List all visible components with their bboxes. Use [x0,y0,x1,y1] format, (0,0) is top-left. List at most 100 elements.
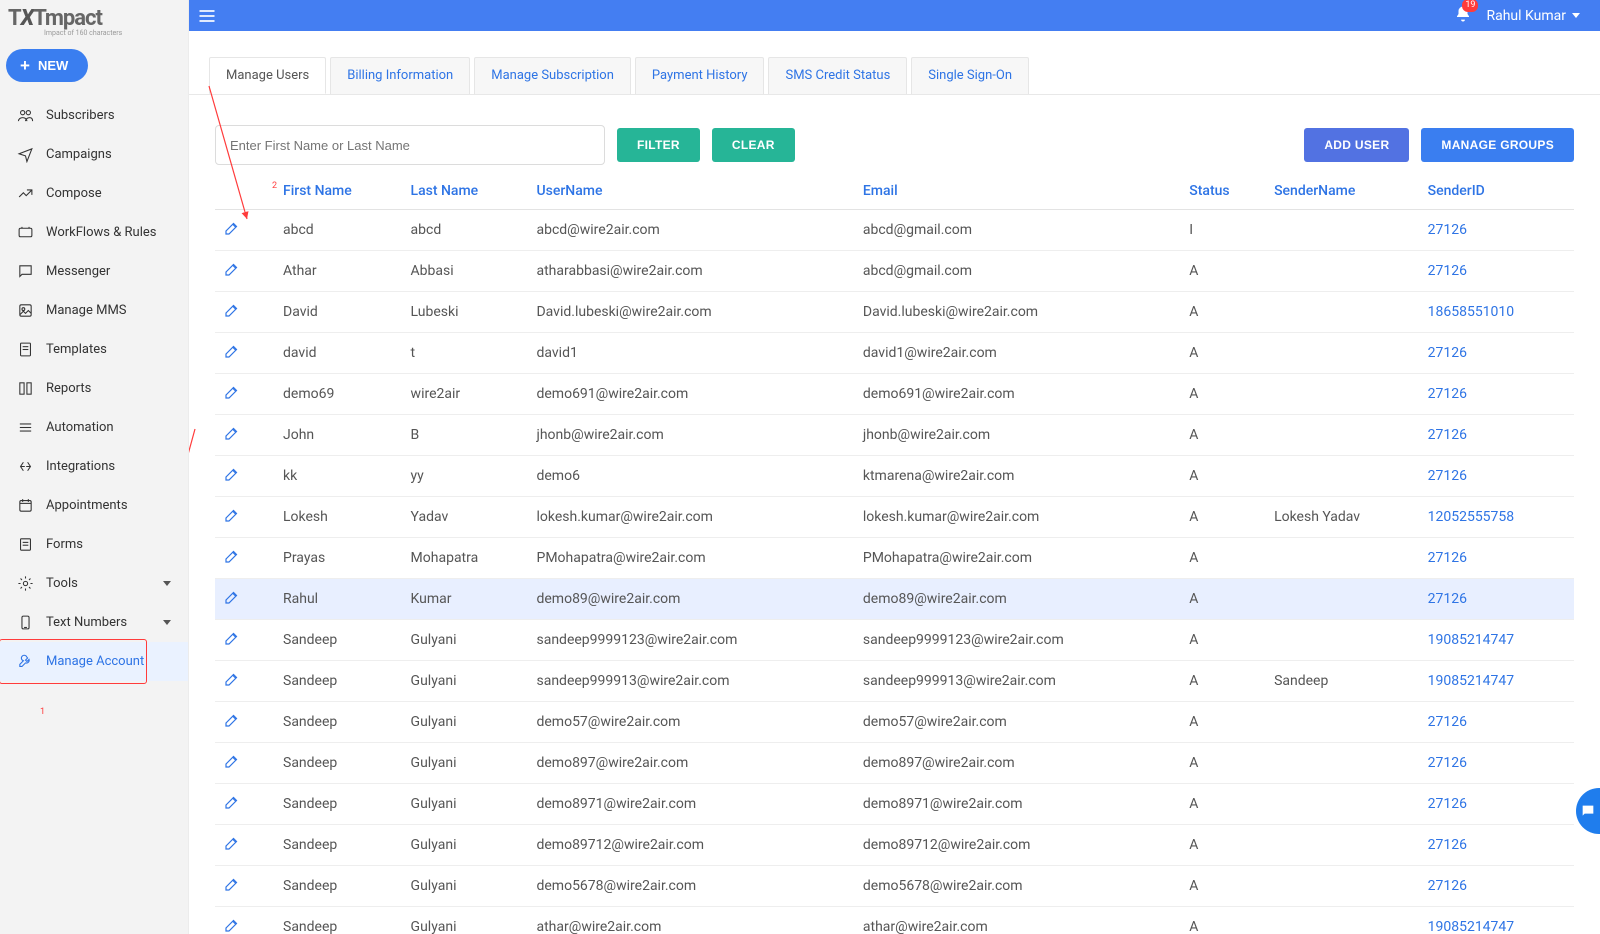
sidebar-item-text-numbers[interactable]: Text Numbers [0,603,188,642]
cell-username: demo57@wire2air.com [528,702,854,743]
cell-status: A [1181,661,1266,702]
clear-button[interactable]: CLEAR [712,128,795,162]
nav-icon [17,653,34,670]
edit-icon[interactable] [223,711,241,729]
filter-button[interactable]: FILTER [617,128,700,162]
sidebar-item-workflows-rules[interactable]: WorkFlows & Rules [0,213,188,252]
sender-id-link[interactable]: 27126 [1428,796,1467,812]
sidebar-item-compose[interactable]: Compose [0,174,188,213]
sender-id-link[interactable]: 19085214747 [1428,673,1515,689]
cell-sender-name [1266,907,1420,934]
col-sender-id[interactable]: SenderID [1420,173,1574,210]
edit-icon[interactable] [223,465,241,483]
sender-id-link[interactable]: 27126 [1428,222,1467,238]
sender-id-link[interactable]: 27126 [1428,878,1467,894]
sender-id-link[interactable]: 19085214747 [1428,632,1515,648]
cell-username: demo89@wire2air.com [528,579,854,620]
edit-icon[interactable] [223,629,241,647]
sidebar-item-appointments[interactable]: Appointments [0,486,188,525]
sidebar-item-forms[interactable]: Forms [0,525,188,564]
sender-id-link[interactable]: 27126 [1428,468,1467,484]
sender-id-link[interactable]: 27126 [1428,591,1467,607]
sidebar-item-automation[interactable]: Automation [0,408,188,447]
edit-icon[interactable] [223,301,241,319]
cell-email: abcd@gmail.com [855,210,1181,251]
col-first-name[interactable]: First Name [275,173,403,210]
add-user-button[interactable]: ADD USER [1304,128,1409,162]
sender-id-link[interactable]: 19085214747 [1428,919,1515,934]
sidebar-item-label: Compose [46,186,102,201]
sender-id-link[interactable]: 18658551010 [1428,304,1515,320]
edit-icon[interactable] [223,588,241,606]
cell-last-name: Gulyani [403,661,529,702]
cell-email: demo57@wire2air.com [855,702,1181,743]
cell-status: A [1181,866,1266,907]
tab-sms-credit-status[interactable]: SMS Credit Status [768,57,907,94]
edit-icon[interactable] [223,752,241,770]
edit-icon[interactable] [223,547,241,565]
sidebar-item-tools[interactable]: Tools [0,564,188,603]
cell-sender-name [1266,784,1420,825]
sidebar-item-label: Subscribers [46,108,115,123]
cell-status: A [1181,743,1266,784]
sender-id-link[interactable]: 27126 [1428,714,1467,730]
sender-id-link[interactable]: 27126 [1428,550,1467,566]
sidebar-item-label: Forms [46,537,83,552]
bell-icon[interactable]: 19 [1454,5,1472,27]
col-status[interactable]: Status [1181,173,1266,210]
edit-icon[interactable] [223,670,241,688]
nav-icon [17,575,34,592]
col-email[interactable]: Email [855,173,1181,210]
sidebar-item-campaigns[interactable]: Campaigns [0,135,188,174]
col-last-name[interactable]: Last Name [403,173,529,210]
edit-icon[interactable] [223,260,241,278]
sender-id-link[interactable]: 27126 [1428,386,1467,402]
logo: TXTmpact Impact of 160 characters [0,0,188,39]
cell-email: sandeep9999123@wire2air.com [855,620,1181,661]
cell-sender-name [1266,292,1420,333]
table-row: abcdabcdabcd@wire2air.comabcd@gmail.comI… [215,210,1574,251]
new-button[interactable]: + NEW [6,49,88,82]
manage-groups-button[interactable]: MANAGE GROUPS [1421,128,1574,162]
nav-icon [17,614,34,631]
cell-first-name: david [275,333,403,374]
edit-icon[interactable] [223,793,241,811]
sender-id-link[interactable]: 27126 [1428,755,1467,771]
user-menu[interactable]: Rahul Kumar [1486,8,1580,24]
sidebar-item-integrations[interactable]: Integrations [0,447,188,486]
sender-id-link[interactable]: 27126 [1428,837,1467,853]
sidebar-item-manage-account[interactable]: Manage Account [0,642,188,681]
sidebar-item-subscribers[interactable]: Subscribers [0,96,188,135]
edit-icon[interactable] [223,424,241,442]
edit-icon[interactable] [223,342,241,360]
table-row: SandeepGulyanidemo57@wire2air.comdemo57@… [215,702,1574,743]
edit-icon[interactable] [223,506,241,524]
cell-sender-name [1266,702,1420,743]
sidebar-item-reports[interactable]: Reports [0,369,188,408]
sidebar-item-templates[interactable]: Templates [0,330,188,369]
edit-icon[interactable] [223,219,241,237]
sidebar-item-messenger[interactable]: Messenger [0,252,188,291]
edit-icon[interactable] [223,383,241,401]
tab-billing-information[interactable]: Billing Information [330,57,470,94]
hamburger-icon[interactable] [189,0,225,31]
topbar: 19 Rahul Kumar [189,0,1600,31]
sidebar-item-manage-mms[interactable]: Manage MMS [0,291,188,330]
search-input[interactable] [215,125,605,165]
tab-single-sign-on[interactable]: Single Sign-On [911,57,1029,94]
col-sender-name[interactable]: SenderName [1266,173,1420,210]
sender-id-link[interactable]: 27126 [1428,263,1467,279]
edit-icon[interactable] [223,875,241,893]
sender-id-link[interactable]: 27126 [1428,427,1467,443]
cell-last-name: B [403,415,529,456]
tab-payment-history[interactable]: Payment History [635,57,765,94]
edit-icon[interactable] [223,834,241,852]
sender-id-link[interactable]: 27126 [1428,345,1467,361]
cell-status: I [1181,210,1266,251]
tab-manage-subscription[interactable]: Manage Subscription [474,57,631,94]
col-username[interactable]: UserName [528,173,854,210]
tab-manage-users[interactable]: Manage Users [209,57,326,94]
edit-icon[interactable] [223,916,241,934]
table-row: LokeshYadavlokesh.kumar@wire2air.comloke… [215,497,1574,538]
sender-id-link[interactable]: 12052555758 [1428,509,1515,525]
